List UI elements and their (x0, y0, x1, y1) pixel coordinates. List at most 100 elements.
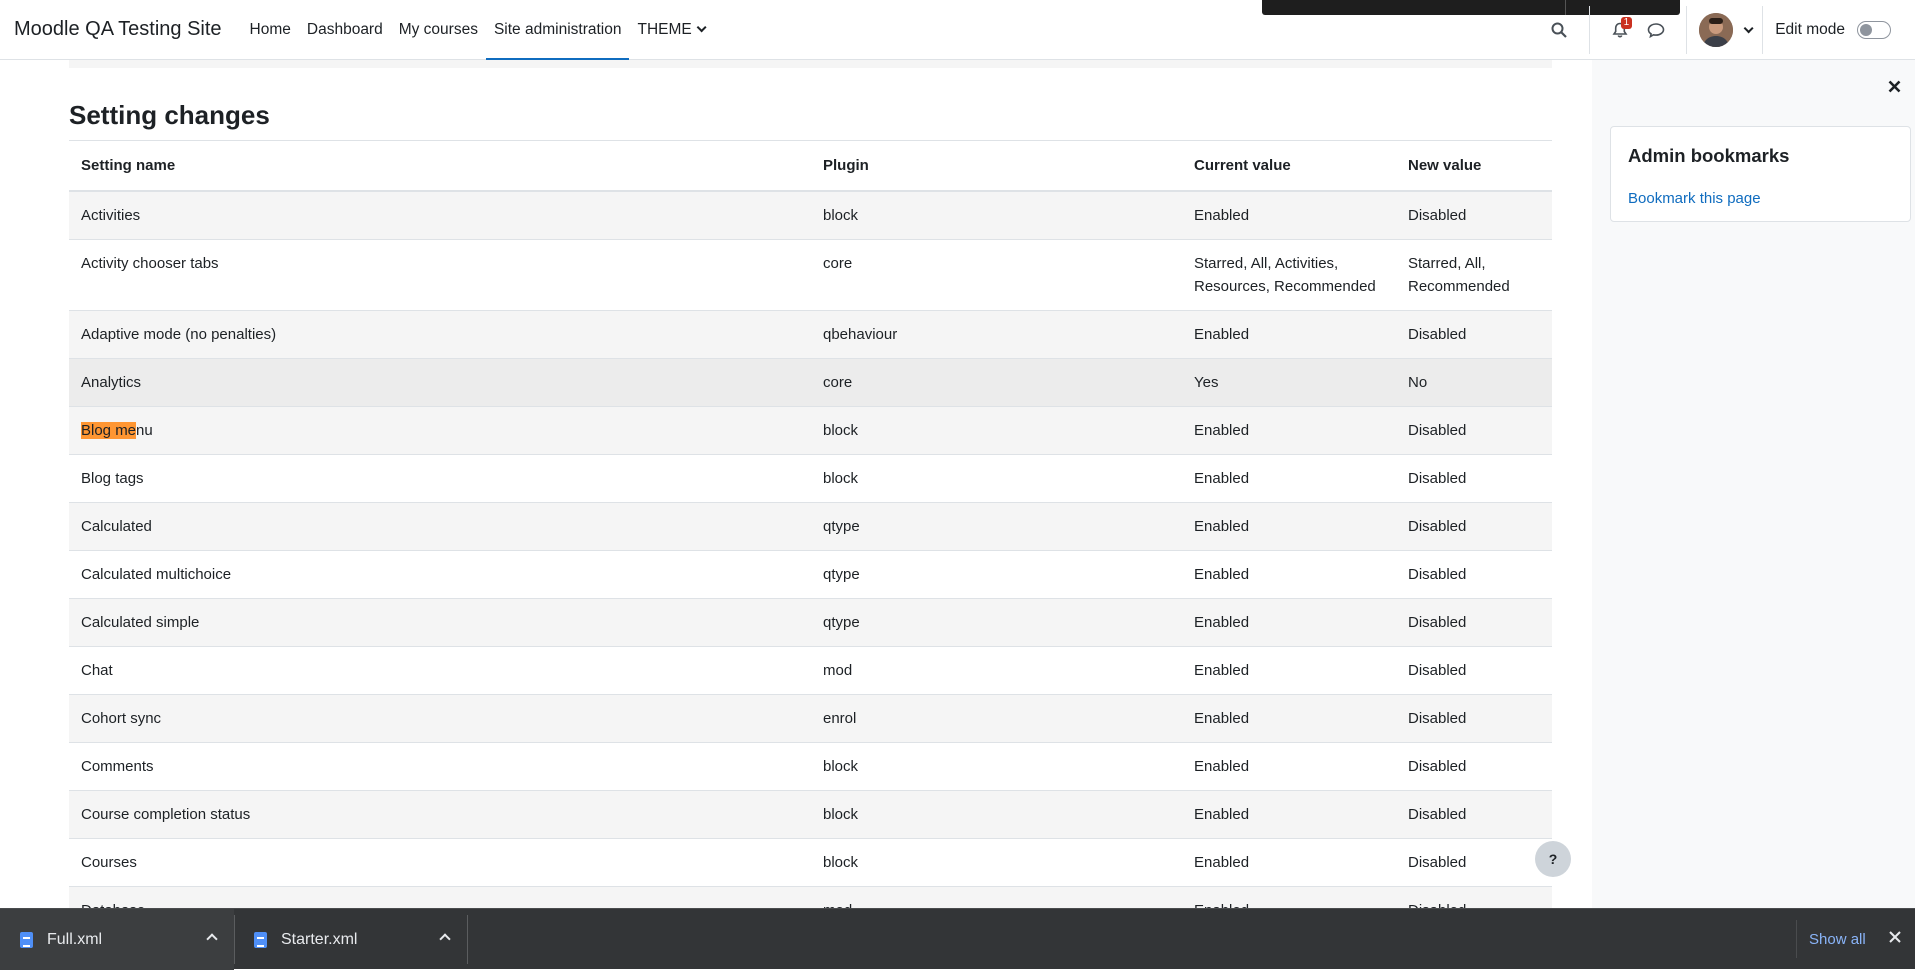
new-value: Disabled (1396, 741, 1552, 790)
edit-mode-label: Edit mode (1775, 21, 1845, 38)
table-row: Calculated multichoice qtype Enabled Dis… (69, 549, 1552, 598)
close-download-shelf-button[interactable] (1889, 927, 1901, 948)
close-icon (1889, 931, 1901, 943)
table-row: Blog menu block Enabled Disabled (69, 405, 1552, 454)
current-value: Enabled (1182, 501, 1396, 550)
navbar-divider (1686, 6, 1688, 54)
table-row: Calculated qtype Enabled Disabled (69, 501, 1552, 550)
top-navbar: Moodle QA Testing Site Home Dashboard My… (0, 0, 1915, 61)
plugin: block (811, 837, 1182, 886)
setting-name: Courses (69, 837, 811, 886)
current-value: Enabled (1182, 789, 1396, 838)
new-value: Disabled (1396, 597, 1552, 646)
bookmark-this-page-link[interactable]: Bookmark this page (1628, 190, 1761, 207)
table-header-row: Setting name Plugin Current value New va… (69, 140, 1552, 192)
setting-name: Blog menu (69, 405, 811, 454)
setting-name: Calculated multichoice (69, 549, 811, 598)
header-new-value: New value (1396, 140, 1552, 192)
plugin: mod (811, 645, 1182, 694)
current-value: Enabled (1182, 309, 1396, 358)
plugin: block (811, 190, 1182, 239)
new-value: Disabled (1396, 693, 1552, 742)
main-content: Setting changes Setting name Plugin Curr… (0, 60, 1590, 908)
notifications-button[interactable]: 1 (1602, 12, 1638, 48)
navbar-right: 1 Edit mode (1541, 0, 1915, 60)
close-icon (1888, 80, 1901, 93)
table-row: Analytics core Yes No (69, 357, 1552, 406)
plugin: qtype (811, 597, 1182, 646)
current-value: Enabled (1182, 597, 1396, 646)
user-menu[interactable] (1699, 13, 1754, 47)
plugin: block (811, 741, 1182, 790)
current-value: Enabled (1182, 741, 1396, 790)
download-filename: Starter.xml (281, 930, 358, 948)
setting-changes-table: Setting name Plugin Current value New va… (69, 140, 1552, 908)
plugin: enrol (811, 693, 1182, 742)
current-value: Enabled (1182, 453, 1396, 502)
header-setting-name: Setting name (69, 140, 811, 192)
header-plugin: Plugin (811, 140, 1182, 192)
table-row: Comments block Enabled Disabled (69, 741, 1552, 790)
setting-name: Course completion status (69, 789, 811, 838)
chevron-up-icon[interactable] (439, 933, 451, 945)
download-shelf: Full.xml Starter.xml Show all (0, 908, 1915, 970)
chevron-up-icon[interactable] (206, 933, 218, 945)
setting-name: Chat (69, 645, 811, 694)
download-item[interactable]: Starter.xml (234, 909, 467, 970)
setting-name: Cohort sync (69, 693, 811, 742)
new-value: Disabled (1396, 789, 1552, 838)
chat-bubble-icon (1647, 23, 1665, 38)
navbar-divider (1762, 6, 1764, 54)
current-value: Yes (1182, 357, 1396, 406)
nav-dashboard[interactable]: Dashboard (299, 0, 391, 60)
plugin: qbehaviour (811, 309, 1182, 358)
plugin: block (811, 405, 1182, 454)
search-button[interactable] (1541, 12, 1577, 48)
messages-button[interactable] (1638, 12, 1674, 48)
new-value: Disabled (1396, 405, 1552, 454)
chevron-down-icon (1743, 22, 1754, 33)
edit-mode-toggle[interactable] (1857, 21, 1891, 39)
nav-theme-label: THEME (637, 20, 692, 38)
new-value: Disabled (1396, 549, 1552, 598)
setting-name: Adaptive mode (no penalties) (69, 309, 811, 358)
plugin: qtype (811, 549, 1182, 598)
help-button[interactable]: ? (1535, 841, 1571, 877)
new-value: Disabled (1396, 190, 1552, 239)
setting-name-rest: nu (136, 421, 153, 439)
nav-site-administration[interactable]: Site administration (485, 0, 630, 61)
new-value: Disabled (1396, 501, 1552, 550)
setting-name: Calculated simple (69, 597, 811, 646)
search-highlight: Blog me (81, 421, 137, 439)
nav-theme-menu[interactable]: THEME (629, 0, 710, 60)
search-icon (1551, 22, 1567, 38)
site-brand[interactable]: Moodle QA Testing Site (14, 18, 222, 41)
plugin: mod (811, 885, 1182, 908)
download-divider (467, 915, 468, 964)
table-row: Database mod Enabled Disabled (69, 885, 1552, 908)
current-value: Enabled (1182, 885, 1396, 908)
setting-name: Activity chooser tabs (69, 238, 811, 310)
current-value: Enabled (1182, 190, 1396, 239)
edit-mode-control: Edit mode (1775, 21, 1891, 39)
document-icon (254, 931, 267, 948)
current-value: Enabled (1182, 645, 1396, 694)
close-drawer-button[interactable] (1888, 78, 1901, 98)
chevron-down-icon (696, 22, 707, 33)
table-row: Cohort sync enrol Enabled Disabled (69, 693, 1552, 742)
setting-name: Comments (69, 741, 811, 790)
nav-my-courses[interactable]: My courses (391, 0, 486, 60)
user-avatar-icon (1699, 13, 1734, 47)
plugin: qtype (811, 501, 1182, 550)
show-all-downloads-button[interactable]: Show all (1796, 920, 1878, 958)
avatar (1699, 13, 1734, 47)
primary-navigation: Home Dashboard My courses Site administr… (242, 0, 711, 61)
new-value: Starred, All, Recommended (1396, 238, 1552, 310)
new-value: Disabled (1396, 837, 1552, 886)
plugin: core (811, 238, 1182, 310)
download-item[interactable]: Full.xml (0, 909, 234, 970)
plugin: block (811, 789, 1182, 838)
nav-home[interactable]: Home (242, 0, 299, 60)
table-row: Activities block Enabled Disabled (69, 190, 1552, 239)
table-row: Activity chooser tabs core Starred, All,… (69, 238, 1552, 310)
